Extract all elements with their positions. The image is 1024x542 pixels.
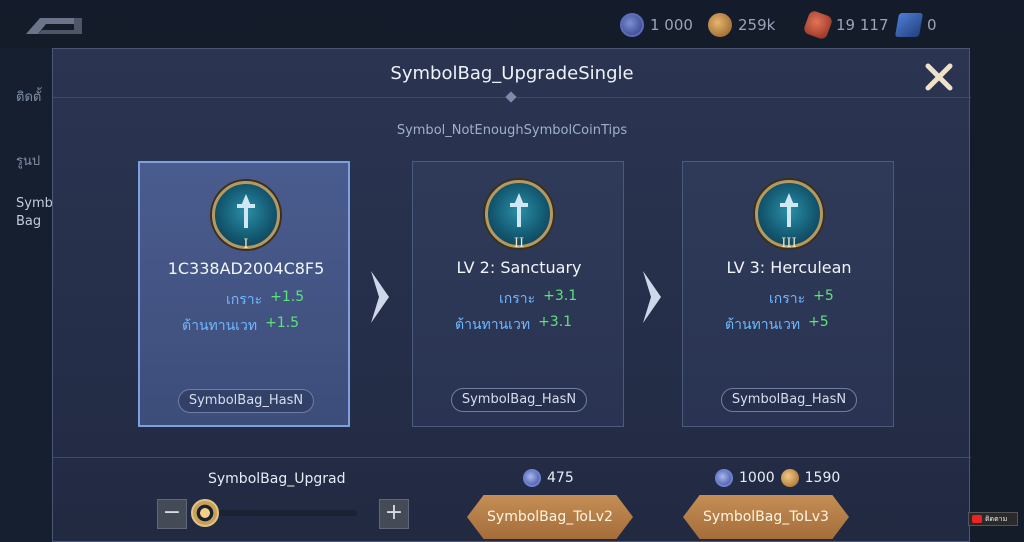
symbol-coin-icon bbox=[620, 13, 644, 37]
stat-label: ต้านทานเวท bbox=[725, 317, 801, 333]
stat-value: +1.5 bbox=[270, 289, 305, 305]
right-panel bbox=[970, 48, 1024, 542]
symbol-coin-icon bbox=[523, 469, 541, 487]
arrow-right-icon bbox=[641, 267, 663, 327]
lv2-cost: 475 bbox=[523, 469, 574, 487]
back-button[interactable] bbox=[18, 8, 114, 44]
upgrade-dialog: SymbolBag_UpgradeSingle Symbol_NotEnough… bbox=[52, 48, 971, 542]
upgrade-to-lv3-button[interactable]: SymbolBag_ToLv3 bbox=[683, 495, 849, 539]
upgrade-to-lv2-button[interactable]: SymbolBag_ToLv2 bbox=[467, 495, 633, 539]
owned-count-badge: SymbolBag_HasN bbox=[451, 388, 587, 412]
close-icon bbox=[925, 63, 953, 91]
symbol-card-lv2[interactable]: II LV 2: Sanctuary เกราะ +3.1 ต้านทานเวท… bbox=[412, 161, 624, 427]
stat-label: ต้านทานเวท bbox=[182, 318, 258, 334]
divider-ornament bbox=[505, 91, 517, 103]
side-item-4: Bag bbox=[16, 214, 42, 229]
owned-count-badge: SymbolBag_HasN bbox=[721, 388, 857, 412]
stat-magic-resist: ต้านทานเวท +3.1 bbox=[455, 314, 572, 336]
stat-value: +3.1 bbox=[543, 288, 578, 304]
stat-value: +5 bbox=[808, 314, 829, 330]
stat-label: เกราะ bbox=[769, 291, 806, 307]
lv2-symbol-coin-cost: 475 bbox=[547, 470, 574, 486]
lv3-gold-cost: 1590 bbox=[804, 470, 841, 486]
side-item-3[interactable]: Symb bbox=[16, 196, 53, 211]
ruby-counter: 19 117 bbox=[802, 9, 889, 41]
symbol-coin-counter: 1 000 bbox=[620, 12, 693, 38]
bottom-divider bbox=[53, 457, 971, 458]
stat-armor: เกราะ +5 bbox=[769, 288, 834, 310]
upgrade-slider-handle[interactable] bbox=[191, 499, 219, 527]
symbol-level-numeral: III bbox=[781, 236, 797, 251]
stat-value: +3.1 bbox=[538, 314, 573, 330]
card-icon bbox=[894, 13, 924, 37]
dialog-title: SymbolBag_UpgradeSingle bbox=[390, 63, 634, 84]
stat-value: +1.5 bbox=[265, 315, 300, 331]
side-menu: ติดตั้ รูนป Symb Bag bbox=[0, 48, 53, 542]
back-arrow-icon bbox=[26, 18, 82, 34]
card-value: 0 bbox=[927, 16, 937, 34]
card-counter: 0 bbox=[894, 12, 937, 38]
lv3-symbol-coin-cost: 1000 bbox=[739, 470, 775, 486]
top-bar: 1 000 259k 19 117 0 bbox=[0, 0, 1024, 48]
lv3-cost: 1000 1590 bbox=[715, 469, 840, 487]
side-item-1[interactable]: ติดตั้ bbox=[16, 86, 41, 107]
gold-value: 259k bbox=[738, 16, 776, 34]
upgrade-slider-track[interactable] bbox=[205, 510, 357, 516]
symbol-level-numeral: I bbox=[243, 237, 249, 252]
card-title: LV 2: Sanctuary bbox=[456, 258, 582, 277]
stat-label: เกราะ bbox=[499, 291, 536, 307]
symbol-card-lv3[interactable]: III LV 3: Herculean เกราะ +5 ต้านทานเวท … bbox=[682, 161, 894, 427]
watermark-text: ติดตาม bbox=[985, 514, 1008, 523]
stat-label: เกราะ bbox=[226, 292, 263, 308]
youtube-play-icon bbox=[972, 515, 982, 523]
symbol-card-lv1[interactable]: I 1C338AD2004C8F5 เกราะ +1.5 ต้านทานเวท … bbox=[138, 161, 350, 427]
ruby-icon bbox=[802, 9, 834, 41]
symbol-coin-icon bbox=[715, 469, 733, 487]
card-title: LV 3: Herculean bbox=[726, 258, 852, 277]
arrow-right-icon bbox=[369, 267, 391, 327]
increase-button[interactable]: + bbox=[379, 499, 409, 529]
stat-value: +5 bbox=[813, 288, 834, 304]
upgrade-count-label: SymbolBag_Upgrad bbox=[208, 471, 346, 487]
symbol-coin-value: 1 000 bbox=[650, 16, 693, 34]
gold-coin-icon bbox=[780, 469, 799, 487]
not-enough-coin-tip: Symbol_NotEnoughSymbolCoinTips bbox=[396, 123, 628, 138]
stat-label: ต้านทานเวท bbox=[455, 317, 531, 333]
stat-armor: เกราะ +1.5 bbox=[226, 289, 304, 311]
stat-magic-resist: ต้านทานเวท +1.5 bbox=[182, 315, 299, 337]
owned-count-badge: SymbolBag_HasN bbox=[178, 389, 314, 413]
subscribe-watermark[interactable]: ติดตาม bbox=[968, 512, 1018, 526]
ruby-value: 19 117 bbox=[836, 16, 889, 34]
stat-magic-resist: ต้านทานเวท +5 bbox=[725, 314, 829, 336]
symbol-level-numeral: II bbox=[513, 236, 525, 251]
close-button[interactable] bbox=[919, 57, 959, 97]
gold-coin-icon bbox=[708, 13, 732, 37]
decrease-button[interactable]: − bbox=[157, 499, 187, 529]
side-item-2[interactable]: รูนป bbox=[16, 150, 40, 171]
card-title: 1C338AD2004C8F5 bbox=[167, 259, 325, 278]
gold-counter: 259k bbox=[708, 12, 775, 38]
stat-armor: เกราะ +3.1 bbox=[499, 288, 577, 310]
